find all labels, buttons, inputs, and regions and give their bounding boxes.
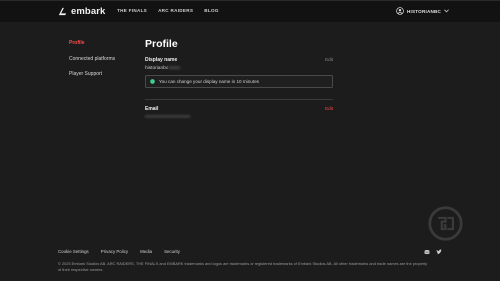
footer-link-cookie-settings[interactable]: Cookie Settings [58, 249, 89, 254]
social-links [424, 249, 442, 255]
display-name-label: Display name [145, 57, 178, 63]
nav-item-the-finals[interactable]: THE FINALS [117, 8, 147, 13]
footer-link-media[interactable]: Media [140, 249, 152, 254]
sidebar-item-profile[interactable]: Profile [69, 40, 115, 46]
email-value: ••••••••••••••••••••••••••• [145, 115, 191, 120]
nav-item-arc-raiders[interactable]: ARC RAIDERS [158, 8, 193, 13]
sidebar: Profile Connected platforms Player Suppo… [69, 40, 115, 87]
legal-text: © 2025 Embark Studios AB. ARC RAIDERS, T… [58, 261, 428, 272]
discord-icon[interactable] [424, 249, 430, 255]
user-name: HISTORIANBC [407, 8, 442, 14]
display-name-edit-button[interactable]: Edit [325, 57, 333, 62]
twitter-icon[interactable] [436, 249, 442, 255]
main-nav: THE FINALS ARC RAIDERS BLOG [117, 8, 219, 13]
logo-text: embark [71, 6, 106, 17]
footer-links: Cookie Settings Privacy Policy Media Sec… [58, 249, 180, 254]
page-title: Profile [145, 38, 178, 50]
footer-link-security[interactable]: Security [164, 249, 180, 254]
footer-link-privacy-policy[interactable]: Privacy Policy [101, 249, 128, 254]
chevron-down-icon [444, 9, 449, 13]
email-edit-button[interactable]: Edit [325, 106, 333, 111]
section-divider [145, 99, 333, 100]
sidebar-item-player-support[interactable]: Player Support [69, 71, 115, 77]
display-name-notice: You can change your display name in 10 m… [145, 75, 333, 88]
email-section: Email Edit ••••••••••••••••••••••••••• [145, 106, 333, 120]
user-menu-button[interactable]: HISTORIANBC [396, 7, 449, 15]
notice-text: You can change your display name in 10 m… [159, 79, 259, 84]
embark-logo-icon [58, 7, 67, 16]
embark-logo[interactable]: embark [57, 6, 105, 17]
display-name-value: historianbcxxxxx [145, 66, 181, 71]
info-icon [150, 79, 155, 84]
nav-item-blog[interactable]: BLOG [204, 8, 218, 13]
display-name-section: Display name Edit historianbcxxxxx You c… [145, 57, 333, 88]
user-avatar-icon [396, 7, 404, 15]
profile-panel: Profile Display name Edit historianbcxxx… [145, 38, 333, 120]
watermark-logo-icon [428, 206, 463, 241]
sidebar-item-connected-platforms[interactable]: Connected platforms [69, 56, 115, 62]
top-navigation-bar: embark THE FINALS ARC RAIDERS BLOG HISTO… [0, 0, 500, 22]
email-label: Email [145, 106, 159, 112]
